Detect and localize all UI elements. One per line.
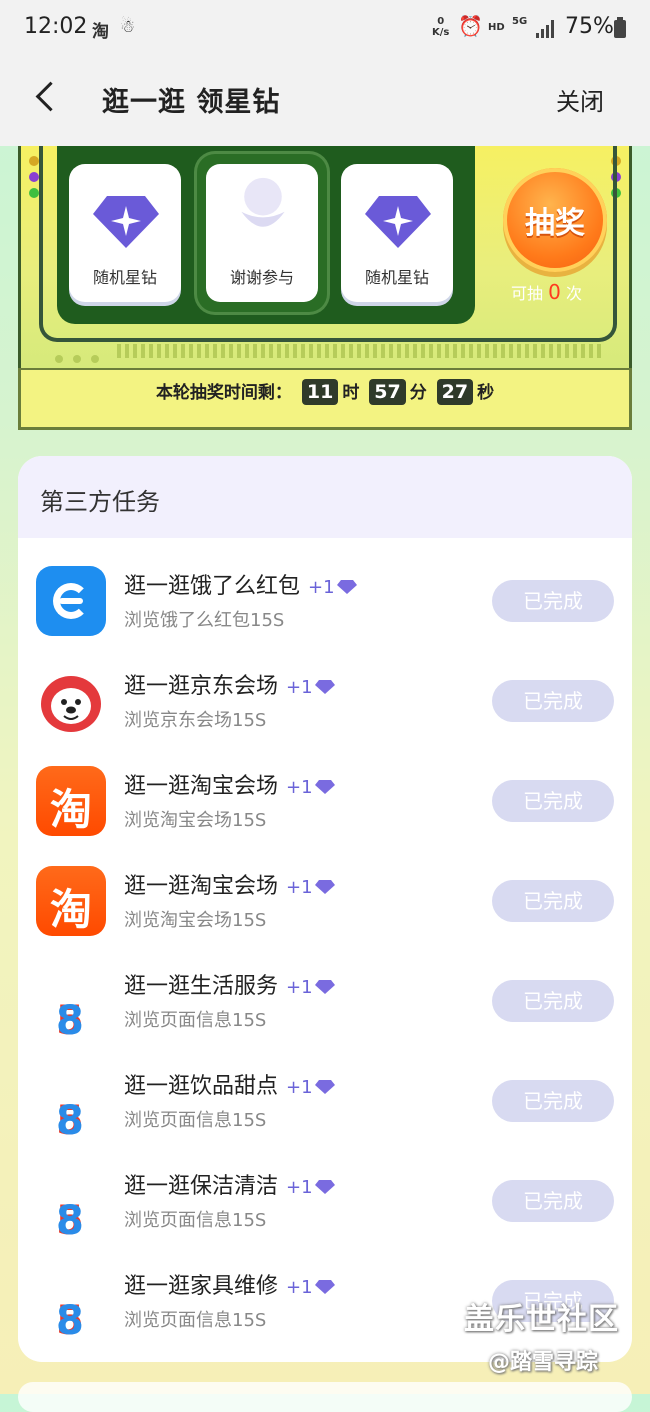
task-done-button[interactable]: 已完成 bbox=[492, 580, 614, 622]
tasks-header: 第三方任务 bbox=[18, 456, 632, 538]
task-done-button[interactable]: 已完成 bbox=[492, 980, 614, 1022]
task-reward: +1 bbox=[286, 777, 313, 798]
task-subtitle: 浏览页面信息15S bbox=[124, 1010, 267, 1031]
close-button[interactable]: 关闭 bbox=[556, 82, 604, 117]
lights-left bbox=[29, 156, 39, 204]
star-diamond-icon bbox=[314, 680, 335, 694]
task-done-button[interactable]: 已完成 bbox=[492, 1180, 614, 1222]
network-type: 5G bbox=[512, 16, 528, 27]
task-done-button[interactable]: 已完成 bbox=[492, 1080, 614, 1122]
task-reward: +1 bbox=[286, 1277, 313, 1298]
star-diamond-icon bbox=[93, 196, 159, 248]
title-bar: 逛一逛 领星钻 关闭 bbox=[0, 58, 650, 146]
draws-remaining: 可抽 0 次 bbox=[511, 280, 582, 304]
task-subtitle: 浏览淘宝会场15S bbox=[124, 910, 267, 931]
task-reward: +1 bbox=[308, 577, 335, 598]
jd-icon bbox=[36, 666, 106, 736]
grill-dots bbox=[55, 348, 109, 367]
timer-label: 本轮抽奖时间剩： bbox=[155, 383, 292, 403]
page-title: 逛一逛 领星钻 bbox=[102, 87, 281, 118]
58-icon: 58 bbox=[36, 1266, 106, 1344]
58-icon: 58 bbox=[36, 966, 106, 1044]
timer-minutes: 57 bbox=[369, 379, 406, 405]
task-subtitle: 浏览京东会场15S bbox=[124, 710, 267, 731]
battery-level: 75% bbox=[565, 14, 614, 39]
timer-hours: 11 bbox=[301, 379, 339, 405]
alarm-icon: ⏰ bbox=[458, 14, 483, 38]
timer-seconds: 27 bbox=[436, 379, 474, 405]
status-bar: 12:02 淘 ☃ 0 K/s ⏰ HD 5G 75% bbox=[0, 0, 650, 58]
task-subtitle: 浏览页面信息15S bbox=[124, 1310, 267, 1331]
task-reward: +1 bbox=[286, 877, 313, 898]
star-diamond-icon bbox=[365, 196, 431, 248]
task-row: 58 逛一逛饮品甜点 +1 浏览页面信息15S 已完成 bbox=[18, 1056, 632, 1156]
task-reward: +1 bbox=[286, 1077, 313, 1098]
slot-label: 谢谢参与 bbox=[229, 268, 294, 287]
task-reward: +1 bbox=[286, 1177, 313, 1198]
slot-card-3: 随机星钻 bbox=[341, 164, 453, 302]
star-diamond-icon bbox=[314, 1280, 335, 1294]
lottery-machine: 随机星钻 谢谢参与 随机星钻 抽奖 可抽 0 次 本轮抽奖时间剩： 11 时 5… bbox=[18, 146, 632, 430]
task-row: 58 逛一逛保洁清洁 +1 浏览页面信息15S 已完成 bbox=[18, 1156, 632, 1256]
slot-label: 随机星钻 bbox=[92, 268, 157, 287]
draw-button[interactable]: 抽奖 bbox=[503, 168, 607, 272]
star-diamond-icon bbox=[314, 880, 335, 894]
task-reward: +1 bbox=[286, 977, 313, 998]
task-title: 逛一逛淘宝会场 bbox=[124, 874, 279, 899]
task-done-button[interactable]: 已完成 bbox=[492, 680, 614, 722]
machine-frame: 随机星钻 谢谢参与 随机星钻 抽奖 可抽 0 次 bbox=[18, 146, 632, 368]
draws-count: 0 bbox=[548, 280, 561, 304]
task-row: 58 逛一逛生活服务 +1 浏览页面信息15S 已完成 bbox=[18, 956, 632, 1056]
task-title: 逛一逛饿了么红包 bbox=[124, 574, 301, 599]
signal-icon bbox=[536, 20, 556, 38]
task-subtitle: 浏览页面信息15S bbox=[124, 1110, 267, 1131]
eleme-icon bbox=[36, 566, 106, 636]
app-notification-icon: ☃ bbox=[120, 17, 136, 37]
task-title: 逛一逛淘宝会场 bbox=[124, 774, 279, 799]
taobao-notification-icon: 淘 bbox=[92, 22, 109, 42]
watermark-author: @踏雪寻踪 bbox=[488, 1350, 599, 1375]
round-timer: 本轮抽奖时间剩： 11 时 57 分 27 秒 bbox=[18, 368, 632, 430]
watermark-community: 盖乐世社区 bbox=[464, 1302, 619, 1337]
slot-panel: 随机星钻 谢谢参与 随机星钻 bbox=[57, 146, 475, 324]
task-title: 逛一逛京东会场 bbox=[124, 674, 279, 699]
tasks-heading: 第三方任务 bbox=[40, 488, 160, 516]
task-title: 逛一逛家具维修 bbox=[124, 1274, 279, 1299]
machine-grill bbox=[117, 344, 605, 358]
task-reward: +1 bbox=[286, 677, 313, 698]
star-diamond-icon bbox=[336, 580, 357, 594]
58-icon: 58 bbox=[36, 1066, 106, 1144]
star-diamond-icon bbox=[314, 780, 335, 794]
task-title: 逛一逛保洁清洁 bbox=[124, 1174, 279, 1199]
taobao-icon: 淘 bbox=[36, 766, 106, 836]
task-subtitle: 浏览饿了么红包15S bbox=[124, 610, 285, 631]
task-done-button[interactable]: 已完成 bbox=[492, 880, 614, 922]
taobao-icon: 淘 bbox=[36, 866, 106, 936]
slot-card-1: 随机星钻 bbox=[69, 164, 181, 302]
task-subtitle: 浏览淘宝会场15S bbox=[124, 810, 267, 831]
slot-label: 随机星钻 bbox=[364, 268, 429, 287]
thanks-flower-icon bbox=[241, 177, 285, 227]
next-card-edge bbox=[18, 1382, 632, 1412]
battery-icon bbox=[614, 17, 626, 38]
task-subtitle: 浏览页面信息15S bbox=[124, 1210, 267, 1231]
net-speed: 0 K/s bbox=[432, 16, 450, 38]
task-title: 逛一逛生活服务 bbox=[124, 974, 279, 999]
58-icon: 58 bbox=[36, 1166, 106, 1244]
slot-card-2: 谢谢参与 bbox=[197, 154, 327, 312]
star-diamond-icon bbox=[314, 1080, 335, 1094]
task-row: 逛一逛京东会场 +1 浏览京东会场15S 已完成 bbox=[18, 656, 632, 756]
task-done-button[interactable]: 已完成 bbox=[492, 780, 614, 822]
task-row: 淘 逛一逛淘宝会场 +1 浏览淘宝会场15S 已完成 bbox=[18, 856, 632, 956]
task-row: 逛一逛饿了么红包 +1 浏览饿了么红包15S 已完成 bbox=[18, 556, 632, 656]
task-title: 逛一逛饮品甜点 bbox=[124, 1074, 279, 1099]
task-row: 淘 逛一逛淘宝会场 +1 浏览淘宝会场15S 已完成 bbox=[18, 756, 632, 856]
status-time: 12:02 bbox=[24, 14, 88, 39]
star-diamond-icon bbox=[314, 980, 335, 994]
back-button[interactable] bbox=[30, 80, 66, 116]
star-diamond-icon bbox=[314, 1180, 335, 1194]
third-party-tasks-card: 第三方任务 逛一逛饿了么红包 +1 浏览饿了么红包15S 已完成 逛一逛京东会场 +… bbox=[18, 456, 632, 1362]
hd-icon: HD bbox=[488, 22, 505, 33]
